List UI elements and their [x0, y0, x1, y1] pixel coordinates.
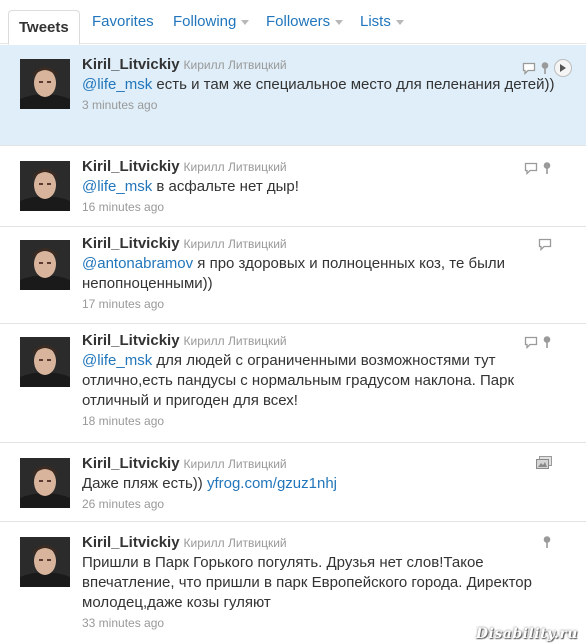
tweet-username[interactable]: Kiril_Litvickiy — [82, 455, 180, 472]
tweet-timestamp[interactable]: 26 minutes ago — [82, 496, 576, 512]
tweet-actions — [524, 335, 552, 349]
avatar[interactable] — [20, 59, 70, 109]
tab-favorites-label: Favorites — [92, 13, 154, 30]
location-icon[interactable] — [542, 535, 552, 549]
expand-icon[interactable] — [554, 59, 572, 77]
tweet-body: есть и там же специальное место для пеле… — [152, 76, 555, 93]
tweet-text: @life_msk для людей с ограниченными возм… — [82, 351, 542, 411]
chevron-down-icon — [395, 19, 404, 25]
tweet-username[interactable]: Kiril_Litvickiy — [82, 158, 180, 175]
avatar[interactable] — [20, 337, 70, 387]
reply-icon[interactable] — [524, 336, 538, 349]
tweet-timestamp[interactable]: 3 minutes ago — [82, 97, 576, 113]
avatar[interactable] — [20, 161, 70, 211]
chevron-down-icon — [335, 19, 344, 25]
tab-following[interactable]: Following — [173, 0, 250, 44]
avatar[interactable] — [20, 537, 70, 587]
profile-tabs: Tweets Favorites Following Followers Lis… — [0, 0, 586, 45]
tab-tweets[interactable]: Tweets — [8, 10, 80, 45]
tweet-text: Даже пляж есть)) yfrog.com/gzuz1nhj — [82, 474, 576, 494]
tweet-text: @life_msk в асфальте нет дыр! — [82, 177, 576, 197]
mention-link[interactable]: @life_msk — [82, 178, 152, 195]
tweet-fullname: Кирилл Литвицкий — [183, 58, 287, 72]
reply-icon[interactable] — [524, 162, 538, 175]
reply-icon[interactable] — [538, 238, 552, 251]
location-icon[interactable] — [540, 61, 550, 75]
tweet-item[interactable]: Kiril_Litvickiy Кирилл Литвицкий @life_ms… — [0, 325, 586, 443]
chevron-down-icon — [241, 19, 250, 25]
tweet-username[interactable]: Kiril_Litvickiy — [82, 56, 180, 73]
tweet-timestamp[interactable]: 16 minutes ago — [82, 199, 576, 215]
tab-followers[interactable]: Followers — [266, 0, 344, 44]
photo-icon[interactable] — [536, 456, 552, 469]
reply-icon[interactable] — [522, 62, 536, 75]
mention-link[interactable]: @life_msk — [82, 352, 152, 369]
tweet-fullname: Кирилл Литвицкий — [183, 160, 287, 174]
watermark: Disability.ru — [475, 626, 578, 642]
tweet-item[interactable]: Kiril_Litvickiy Кирилл Литвицкий @antonab… — [0, 228, 586, 324]
tab-tweets-label: Tweets — [19, 19, 69, 36]
tweet-text: @antonabramov я про здоровых и полноценн… — [82, 254, 522, 294]
location-icon[interactable] — [542, 161, 552, 175]
tweet-body: Пришли в Парк Горького погулять. Друзья … — [82, 554, 532, 611]
avatar[interactable] — [20, 240, 70, 290]
tweet-timestamp[interactable]: 17 minutes ago — [82, 296, 576, 312]
tweet-body: в асфальте нет дыр! — [152, 178, 299, 195]
tweet-actions — [522, 59, 572, 77]
location-icon[interactable] — [542, 335, 552, 349]
tweet-item[interactable]: Kiril_Litvickiy Кирилл Литвицкий Даже пля… — [0, 444, 586, 522]
tweet-item[interactable]: Kiril_Litvickiy Кирилл Литвицкий @life_ms… — [0, 45, 586, 146]
tweet-username[interactable]: Kiril_Litvickiy — [82, 235, 180, 252]
tweet-fullname: Кирилл Литвицкий — [183, 237, 287, 251]
tab-favorites[interactable]: Favorites — [92, 0, 154, 44]
tweet-fullname: Кирилл Литвицкий — [183, 334, 287, 348]
tweet-fullname: Кирилл Литвицкий — [183, 457, 287, 471]
tweet-actions — [536, 456, 552, 469]
tab-lists[interactable]: Lists — [360, 0, 404, 44]
tweet-actions — [524, 161, 552, 175]
tweet-actions — [538, 238, 552, 251]
mention-link[interactable]: @life_msk — [82, 76, 152, 93]
tab-lists-label: Lists — [360, 13, 391, 30]
tweet-username[interactable]: Kiril_Litvickiy — [82, 534, 180, 551]
tweet-actions — [542, 535, 552, 549]
tweet-text: @life_msk есть и там же специальное мест… — [82, 75, 576, 95]
tweet-item[interactable]: Kiril_Litvickiy Кирилл Литвицкий @life_ms… — [0, 147, 586, 227]
mention-link[interactable]: @antonabramov — [82, 255, 193, 272]
avatar[interactable] — [20, 458, 70, 508]
tweet-fullname: Кирилл Литвицкий — [183, 536, 287, 550]
tweet-username[interactable]: Kiril_Litvickiy — [82, 332, 180, 349]
tweet-body: Даже пляж есть)) — [82, 475, 207, 492]
photo-link[interactable]: yfrog.com/gzuz1nhj — [207, 475, 337, 492]
tweet-text: Пришли в Парк Горького погулять. Друзья … — [82, 553, 552, 613]
tab-following-label: Following — [173, 13, 237, 30]
tweet-timestamp[interactable]: 18 minutes ago — [82, 413, 576, 429]
tab-followers-label: Followers — [266, 13, 331, 30]
